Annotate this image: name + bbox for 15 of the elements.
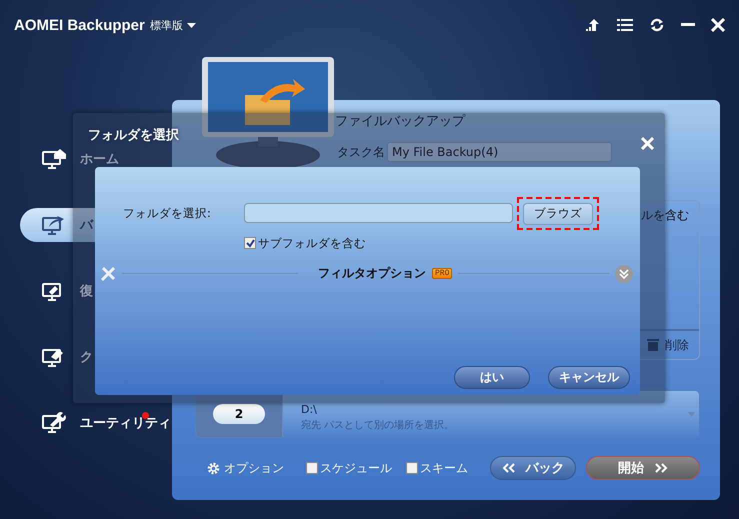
panel-title: ファイルバックアップ xyxy=(335,113,466,130)
dialog-title: フォルダを選択 xyxy=(88,127,179,144)
column-header: ルを含む xyxy=(640,206,689,224)
sidebar-label: 復 xyxy=(80,283,93,300)
sidebar-label: バ xyxy=(80,217,93,234)
sidebar-label: ホーム xyxy=(80,151,119,168)
sidebar-label: ク xyxy=(80,349,93,366)
destination-hint: 宛先 パスとして別の場所を選択。 xyxy=(301,418,456,432)
step-badge: 2 xyxy=(213,404,265,424)
pro-badge: PRO xyxy=(432,268,452,279)
folder-label: フォルダを選択: xyxy=(123,206,212,221)
app-title: AOMEI Backupper xyxy=(14,16,145,34)
destination-path: D:\ xyxy=(301,403,318,416)
sidebar-label: ユーティリティ xyxy=(80,415,171,432)
task-name-label: タスク名 xyxy=(337,144,385,160)
